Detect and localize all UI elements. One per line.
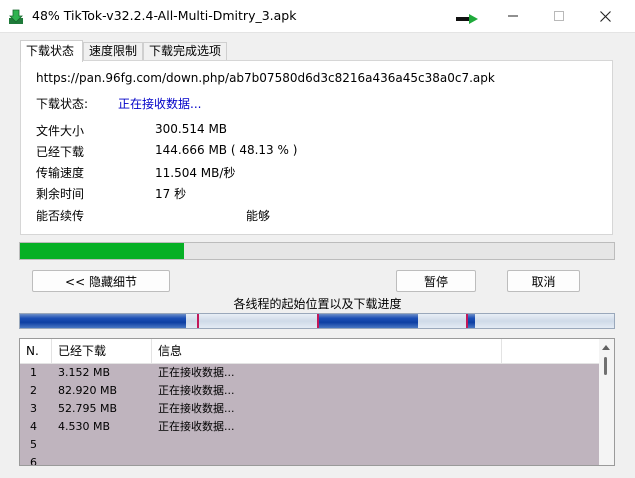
row-downloaded: 4.530 MB bbox=[58, 420, 111, 433]
list-body: 1 3.152 MB 正在接收数据... 2 82.920 MB 正在接收数据... 3 52… bbox=[20, 364, 600, 466]
thread-list[interactable]: N. 已经下载 信息 1 3.152 MB 正在接收数据... 2 82.920 MB 正… bbox=[19, 338, 615, 466]
column-header-n[interactable]: N. bbox=[20, 339, 52, 364]
speed-value: 11.504 MB/秒 bbox=[155, 166, 236, 180]
title-bar: 48% TikTok-v32.2.4-All-Multi-Dmitry_3.ap… bbox=[0, 0, 635, 33]
row-info: 正在接收数据... bbox=[158, 420, 235, 433]
row-downloaded: 52.795 MB bbox=[58, 402, 118, 415]
row-number: 5 bbox=[30, 438, 37, 451]
pause-button[interactable]: 暂停 bbox=[396, 270, 476, 292]
list-scrollbar[interactable] bbox=[599, 339, 614, 465]
progress-fill bbox=[20, 243, 185, 259]
list-item[interactable]: 1 3.152 MB 正在接收数据... bbox=[20, 364, 600, 382]
speed-row: 传输速度 11.504 MB/秒 bbox=[36, 164, 596, 182]
download-progress-bar bbox=[19, 242, 615, 260]
list-item[interactable]: 2 82.920 MB 正在接收数据... bbox=[20, 382, 600, 400]
arrow-right-icon bbox=[456, 14, 478, 24]
status-value: 正在接收数据... bbox=[118, 97, 202, 111]
tab-completion-options[interactable]: 下载完成选项 bbox=[143, 42, 227, 61]
list-item[interactable]: 3 52.795 MB 正在接收数据... bbox=[20, 400, 600, 418]
remaining-time-label: 剩余时间 bbox=[36, 187, 85, 201]
list-item[interactable]: 6 bbox=[20, 454, 600, 466]
thread-segment bbox=[20, 314, 186, 328]
tab-speed-limit[interactable]: 速度限制 bbox=[83, 42, 143, 61]
file-size-label: 文件大小 bbox=[36, 124, 85, 138]
file-size-value: 300.514 MB bbox=[155, 122, 228, 136]
maximize-button[interactable] bbox=[536, 0, 582, 32]
downloaded-row: 已经下载 144.666 MB ( 48.13 % ) bbox=[36, 143, 596, 161]
scroll-up-arrow-icon[interactable] bbox=[602, 345, 610, 350]
scroll-thumb[interactable] bbox=[604, 357, 607, 375]
remaining-time-value: 17 秒 bbox=[155, 187, 187, 201]
thread-start-marker bbox=[466, 314, 468, 328]
thread-segment bbox=[317, 314, 418, 328]
threads-caption: 各线程的起始位置以及下载进度 bbox=[233, 297, 402, 311]
tab-download-status[interactable]: 下载状态 bbox=[20, 40, 83, 62]
thread-start-marker bbox=[197, 314, 199, 328]
list-item[interactable]: 5 bbox=[20, 436, 600, 454]
maximize-icon bbox=[554, 11, 564, 21]
row-info: 正在接收数据... bbox=[158, 402, 235, 415]
row-number: 2 bbox=[30, 384, 37, 397]
row-number: 4 bbox=[30, 420, 37, 433]
downloaded-label: 已经下载 bbox=[36, 145, 85, 159]
row-number: 6 bbox=[30, 456, 37, 466]
row-downloaded: 82.920 MB bbox=[58, 384, 118, 397]
list-header: N. 已经下载 信息 bbox=[20, 339, 600, 364]
close-button[interactable] bbox=[582, 0, 628, 32]
resume-value: 能够 bbox=[246, 209, 271, 223]
row-info: 正在接收数据... bbox=[158, 366, 235, 379]
download-app-icon bbox=[9, 9, 23, 24]
row-number: 1 bbox=[30, 366, 37, 379]
speed-label: 传输速度 bbox=[36, 166, 85, 180]
cancel-button[interactable]: 取消 bbox=[507, 270, 580, 292]
column-header-info[interactable]: 信息 bbox=[152, 339, 502, 364]
download-url: https://pan.96fg.com/down.php/ab7b07580d… bbox=[36, 71, 495, 85]
file-size-row: 文件大小 300.514 MB bbox=[36, 122, 596, 140]
thread-progress-bar bbox=[19, 313, 615, 329]
window-title: 48% TikTok-v32.2.4-All-Multi-Dmitry_3.ap… bbox=[32, 8, 297, 23]
downloaded-value: 144.666 MB ( 48.13 % ) bbox=[155, 143, 298, 157]
row-number: 3 bbox=[30, 402, 37, 415]
resume-label: 能否续传 bbox=[36, 209, 85, 223]
status-label: 下载状态: bbox=[36, 97, 89, 111]
row-downloaded: 3.152 MB bbox=[58, 366, 111, 379]
list-item[interactable]: 4 4.530 MB 正在接收数据... bbox=[20, 418, 600, 436]
hide-details-button[interactable]: << 隐藏细节 bbox=[32, 270, 170, 292]
minimize-icon bbox=[508, 15, 518, 17]
status-panel: https://pan.96fg.com/down.php/ab7b07580d… bbox=[20, 60, 613, 235]
close-icon bbox=[599, 10, 611, 22]
row-info: 正在接收数据... bbox=[158, 384, 235, 397]
column-header-downloaded[interactable]: 已经下载 bbox=[52, 339, 152, 364]
resume-row: 能否续传 能够 bbox=[36, 207, 596, 225]
minimize-button[interactable] bbox=[490, 0, 536, 32]
thread-start-marker bbox=[317, 314, 319, 328]
remaining-time-row: 剩余时间 17 秒 bbox=[36, 185, 596, 203]
